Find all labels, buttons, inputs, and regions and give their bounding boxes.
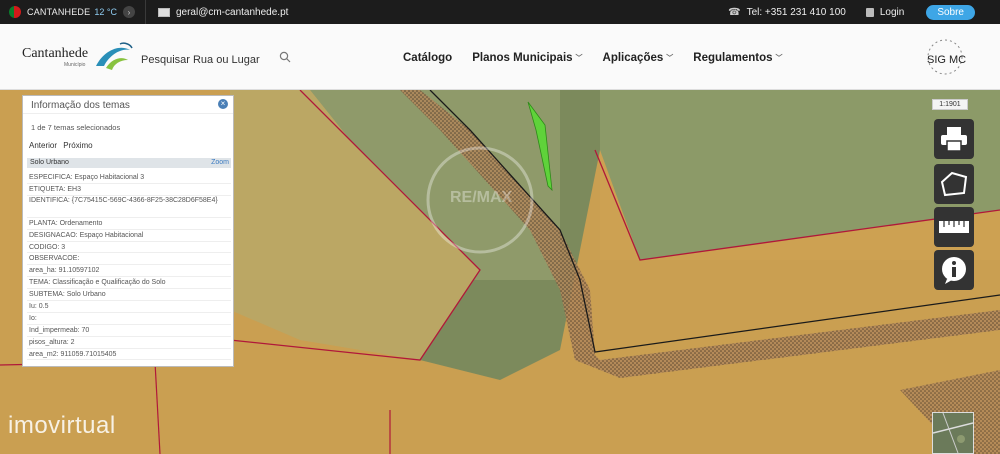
attribute-list: ESPECIFICA: Espaço Habitacional 3 ETIQUE… xyxy=(27,172,231,361)
basemap-switcher[interactable] xyxy=(932,412,974,454)
next-arrow-icon[interactable]: › xyxy=(122,6,135,18)
nav-regulamentos[interactable]: Regulamentos ﹀ xyxy=(693,52,782,64)
nav-label: Aplicações xyxy=(602,52,664,64)
measure-distance-button[interactable] xyxy=(934,207,974,247)
next-link[interactable]: Próximo xyxy=(63,141,92,150)
city-name: CANTANHEDE xyxy=(27,7,91,17)
search-label[interactable]: Pesquisar Rua ou Lugar xyxy=(141,54,260,66)
ruler-icon xyxy=(939,221,969,233)
attribute-row: Ind_impermeab: 70 xyxy=(27,325,231,337)
prev-link[interactable]: Anterior xyxy=(29,141,57,150)
panel-header: Informação dos temas × xyxy=(23,96,233,114)
nav-catalogo[interactable]: Catálogo xyxy=(403,52,452,64)
chevron-down-icon: ﹀ xyxy=(775,55,783,62)
attribute-row: ESPECIFICA: Espaço Habitacional 3 xyxy=(27,172,231,184)
attribute-row: TEMA: Classificação e Qualificação do So… xyxy=(27,277,231,290)
attribute-row: OBSERVACOE: xyxy=(27,253,231,266)
zoom-link[interactable]: Zoom xyxy=(211,159,229,166)
nav-planos-municipais[interactable]: Planos Municipais ﹀ xyxy=(472,52,582,64)
identify-button[interactable] xyxy=(934,250,974,290)
nav-label: Catálogo xyxy=(403,52,453,64)
info-icon xyxy=(942,257,966,284)
panel-title: Informação dos temas xyxy=(31,100,130,111)
main-nav: Catálogo Planos Municipais ﹀ Aplicações … xyxy=(403,52,803,64)
attribute-row: area_ha: 91.10597102 xyxy=(27,265,231,278)
login-link[interactable]: Login xyxy=(865,6,905,18)
measure-area-button[interactable] xyxy=(934,164,974,204)
chevron-down-icon: ﹀ xyxy=(575,55,583,62)
lock-icon xyxy=(865,7,874,17)
selection-count: 1 de 7 temas selecionados xyxy=(31,123,121,132)
layer-name: Solo Urbano xyxy=(30,159,69,166)
print-button[interactable] xyxy=(934,119,974,159)
logo-text: Cantanhede xyxy=(22,46,89,61)
attribute-row: SUBTEMA: Solo Urbano xyxy=(27,289,231,302)
layer-row: Solo Urbano Zoom xyxy=(27,158,231,168)
mail-icon xyxy=(157,7,170,17)
top-bar-right: ☎ Tel: +351 231 410 100 Login Sobre xyxy=(728,0,1000,24)
scale-indicator: 1:1901 xyxy=(932,99,968,110)
attribute-row: pisos_altura: 2 xyxy=(27,337,231,349)
chevron-down-icon: ﹀ xyxy=(666,55,674,62)
email-text: geral@cm-cantanhede.pt xyxy=(175,6,289,18)
portugal-flag-icon xyxy=(9,6,21,18)
top-bar-left: CANTANHEDE 12 °C › geral@cm-cantanhede.p… xyxy=(0,0,288,24)
attribute-row: Io: xyxy=(27,313,231,325)
sig-label: SIG MC xyxy=(927,54,967,66)
search-icon[interactable] xyxy=(279,51,291,63)
attribute-row: DESIGNACAO: Espaço Habitacional xyxy=(27,230,231,242)
close-icon[interactable]: × xyxy=(218,99,228,109)
site-header: Cantanhede Município Pesquisar Rua ou Lu… xyxy=(0,24,1000,90)
phone-text: Tel: +351 231 410 100 xyxy=(746,6,846,18)
top-bar: CANTANHEDE 12 °C › geral@cm-cantanhede.p… xyxy=(0,0,1000,24)
printer-icon xyxy=(941,127,967,152)
attribute-row: CODIGO: 3 xyxy=(27,242,231,254)
attribute-row: ETIQUETA: EH3 xyxy=(27,184,231,196)
nav-aplicacoes[interactable]: Aplicações ﹀ xyxy=(603,52,674,64)
attribute-row: area_m2: 911059.71015405 xyxy=(27,349,231,361)
watermark-text: imovirtual xyxy=(8,412,116,439)
logo[interactable]: Cantanhede Município xyxy=(22,42,133,70)
satellite-thumbnail-icon xyxy=(932,412,974,454)
attribute-row: PLANTA: Ordenamento xyxy=(27,218,231,230)
logo-swirl-icon xyxy=(96,42,133,70)
attribute-row: Iu: 0.5 xyxy=(27,301,231,313)
attribute-row: IDENTIFICA: {7C75415C-569C-4366-8F25-38C… xyxy=(27,196,231,218)
email-link[interactable]: geral@cm-cantanhede.pt xyxy=(157,6,289,18)
login-text: Login xyxy=(879,6,905,18)
polygon-measure-icon xyxy=(940,171,968,197)
nav-label: Planos Municipais xyxy=(472,52,573,64)
logo-subtitle: Município xyxy=(64,62,86,68)
nav-label: Regulamentos xyxy=(693,52,773,64)
phone-link[interactable]: ☎ Tel: +351 231 410 100 xyxy=(728,7,846,18)
phone-icon: ☎ xyxy=(728,6,741,18)
panel-pager: Anterior Próximo xyxy=(29,141,97,150)
about-button[interactable]: Sobre xyxy=(926,4,975,20)
divider xyxy=(144,0,146,24)
svg-text:RE/MAX: RE/MAX xyxy=(450,189,513,206)
temperature: 12 °C xyxy=(94,7,117,17)
theme-info-panel: Informação dos temas × 1 de 7 temas sele… xyxy=(22,95,234,367)
